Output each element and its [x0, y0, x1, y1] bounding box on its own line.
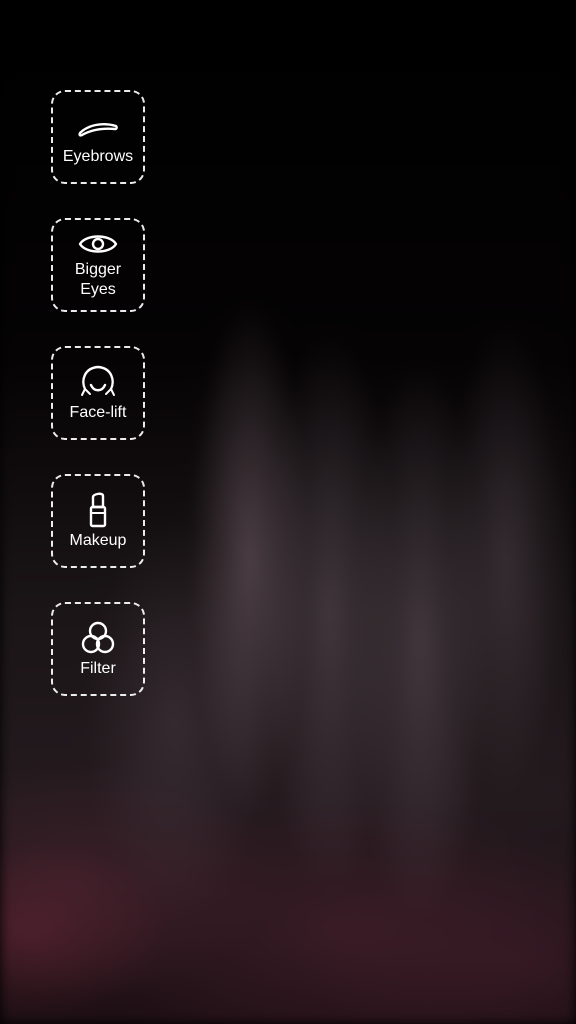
- makeup-button[interactable]: Makeup: [51, 474, 145, 568]
- eye-icon: [78, 235, 118, 253]
- face-lift-icon: [81, 365, 115, 396]
- bigger-eyes-label-line1: Bigger: [74, 261, 122, 278]
- eyebrow-icon: [78, 123, 118, 137]
- filter-button[interactable]: Filter: [51, 602, 145, 696]
- face-lift-button[interactable]: Face-lift: [51, 346, 145, 440]
- bigger-eyes-button[interactable]: Bigger Eyes: [51, 218, 145, 312]
- lipstick-icon: [89, 492, 107, 528]
- face-lift-label: Face-lift: [69, 404, 127, 421]
- eyebrows-button[interactable]: Eyebrows: [51, 90, 145, 184]
- eyebrows-label: Eyebrows: [62, 148, 134, 165]
- makeup-label: Makeup: [69, 532, 127, 549]
- filter-circles-icon: [81, 621, 115, 654]
- bigger-eyes-label: Bigger Eyes: [75, 260, 121, 300]
- filter-label: Filter: [80, 660, 116, 677]
- camera-screen: Eyebrows Bigger Eyes Face-lift Makeup Fi…: [0, 0, 576, 1024]
- bigger-eyes-label-line2: Eyes: [80, 281, 116, 298]
- beauty-toolbar: Eyebrows Bigger Eyes Face-lift Makeup Fi…: [51, 90, 145, 730]
